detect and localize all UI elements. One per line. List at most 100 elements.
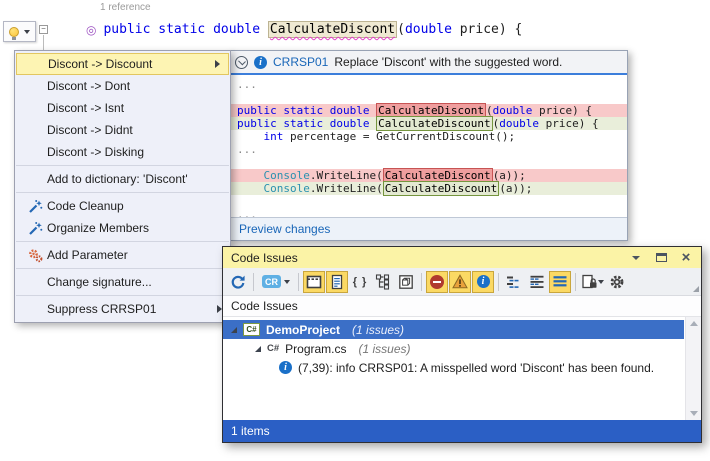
menu-item[interactable]: Discont -> Discount	[16, 53, 229, 75]
preview-changes-link[interactable]: Preview changes	[229, 222, 330, 236]
maximize-button[interactable]	[654, 251, 668, 265]
scroll-down-icon[interactable]	[690, 411, 698, 416]
toolbar-separator	[253, 273, 254, 291]
code-token: static	[158, 22, 213, 37]
column-header: Code Issues	[223, 296, 701, 317]
tree-item-label: Program.cs	[285, 342, 346, 356]
menu-item[interactable]: Discont -> Disking	[15, 141, 230, 163]
expander-icon[interactable]	[231, 327, 237, 333]
preview-code-line: ...	[229, 143, 627, 156]
menu-item[interactable]: Add to dictionary: 'Discont'	[15, 168, 230, 190]
toolbar-separator	[498, 273, 499, 291]
code-token: percentage = GetCurrentDiscount();	[283, 130, 515, 143]
flat-view-button[interactable]	[549, 271, 571, 293]
document-icon	[329, 274, 345, 290]
group-view-button[interactable]	[503, 271, 525, 293]
preview-code-line: ...	[229, 208, 627, 217]
vertical-scrollbar[interactable]	[685, 317, 701, 420]
issues-toolbar: CR { }	[223, 268, 701, 296]
tree-item-label: (7,39): info CRRSP01: A misspelled word …	[298, 361, 654, 375]
flat-list-icon	[552, 274, 568, 290]
menu-item-label: Change signature...	[47, 275, 152, 289]
menu-item-label: Discont -> Discount	[48, 57, 152, 71]
code-token: ...	[237, 78, 257, 91]
code-token: double	[213, 22, 268, 37]
group-list-icon	[506, 274, 522, 290]
show-info-button[interactable]	[472, 271, 494, 293]
menu-item-label: Code Cleanup	[47, 199, 124, 213]
rule-message: Replace 'Discont' with the suggested wor…	[334, 55, 562, 69]
braces-button[interactable]: { }	[349, 271, 371, 293]
refresh-button[interactable]	[227, 271, 249, 293]
preview-code-line: public static double CalculateDiscount(d…	[229, 117, 627, 130]
code-cleanup-icon	[23, 199, 47, 214]
csharp-project-icon: C#	[243, 323, 260, 336]
collapse-chevron-icon[interactable]	[235, 56, 248, 69]
lightbulb-button[interactable]	[3, 21, 36, 42]
close-button[interactable]	[679, 251, 693, 265]
menu-item-label: Organize Members	[47, 221, 149, 235]
menu-separator	[16, 295, 229, 296]
menu-item[interactable]: Discont -> Dont	[15, 75, 230, 97]
settings-button[interactable]	[606, 271, 628, 293]
toolbar-separator	[421, 273, 422, 291]
menu-item[interactable]: Discont -> Isnt	[15, 97, 230, 119]
menu-item[interactable]: Add Parameter	[15, 244, 230, 266]
editor-line-1: public static double CalculateDiscont(do…	[103, 22, 522, 38]
code-token: ...	[237, 208, 257, 217]
code-token: price) {	[452, 22, 522, 37]
show-source-button[interactable]	[326, 271, 348, 293]
toolbar-overflow-icon[interactable]	[693, 286, 699, 292]
hierarchy-button[interactable]	[372, 271, 394, 293]
preview-pane-button[interactable]	[303, 271, 325, 293]
file-lock-button[interactable]	[580, 271, 605, 293]
menu-item[interactable]: Change signature...	[15, 271, 230, 293]
show-errors-button[interactable]	[426, 271, 448, 293]
menu-item[interactable]: Suppress CRRSP01	[15, 298, 230, 320]
tree-row[interactable]: C#DemoProject(1 issues)	[223, 320, 684, 339]
detail-view-button[interactable]	[526, 271, 548, 293]
codelens-references[interactable]: 1 reference	[100, 2, 151, 13]
expander-icon[interactable]	[255, 346, 261, 352]
scroll-up-icon[interactable]	[690, 321, 698, 326]
outlining-collapse-icon[interactable]	[39, 25, 48, 34]
package-button[interactable]	[395, 271, 417, 293]
menu-item-label: Discont -> Disking	[47, 145, 144, 159]
preview-popup-footer: Preview changes	[229, 217, 627, 240]
rule-code: CRRSP01	[273, 55, 328, 69]
package-icon	[398, 274, 414, 290]
code-token: (a));	[499, 182, 532, 195]
window-menu-button[interactable]	[629, 251, 643, 265]
preview-code-line	[229, 195, 627, 208]
code-token: double	[405, 22, 452, 37]
coderush-button[interactable]: CR	[258, 271, 294, 293]
editor-line[interactable]: ◎public static double CalculateDiscont(d…	[86, 22, 522, 38]
maximize-icon	[656, 253, 667, 262]
menu-item[interactable]: Organize Members	[15, 217, 230, 239]
outlining-line	[43, 35, 44, 50]
chevron-down-icon	[632, 256, 640, 260]
menu-separator	[16, 192, 229, 193]
tree-row[interactable]: (7,39): info CRRSP01: A misspelled word …	[223, 358, 684, 377]
menu-separator	[16, 241, 229, 242]
refresh-icon	[230, 274, 246, 290]
code-token: public	[103, 22, 158, 37]
menu-item-label: Add Parameter	[47, 248, 128, 262]
organize-members-icon	[23, 221, 47, 236]
menu-item-label: Suppress CRRSP01	[47, 302, 156, 316]
menu-item[interactable]: Discont -> Didnt	[15, 119, 230, 141]
doc-lock-icon	[581, 274, 598, 290]
status-bar: 1 items	[223, 420, 701, 442]
code-token: Console	[264, 182, 310, 195]
window-title-bar[interactable]: Code Issues	[223, 247, 701, 268]
show-warnings-button[interactable]	[449, 271, 471, 293]
tree-item-label: DemoProject	[266, 323, 340, 337]
code-token: (	[397, 22, 405, 37]
window-icon	[306, 275, 322, 289]
code-token	[237, 182, 264, 195]
tree-row[interactable]: C#Program.cs(1 issues)	[223, 339, 684, 358]
menu-separator	[16, 268, 229, 269]
lightbulb-menu: Discont -> DiscountDiscont -> DontDiscon…	[14, 50, 231, 323]
menu-item[interactable]: Code Cleanup	[15, 195, 230, 217]
code-token: .WriteLine(	[310, 169, 383, 182]
